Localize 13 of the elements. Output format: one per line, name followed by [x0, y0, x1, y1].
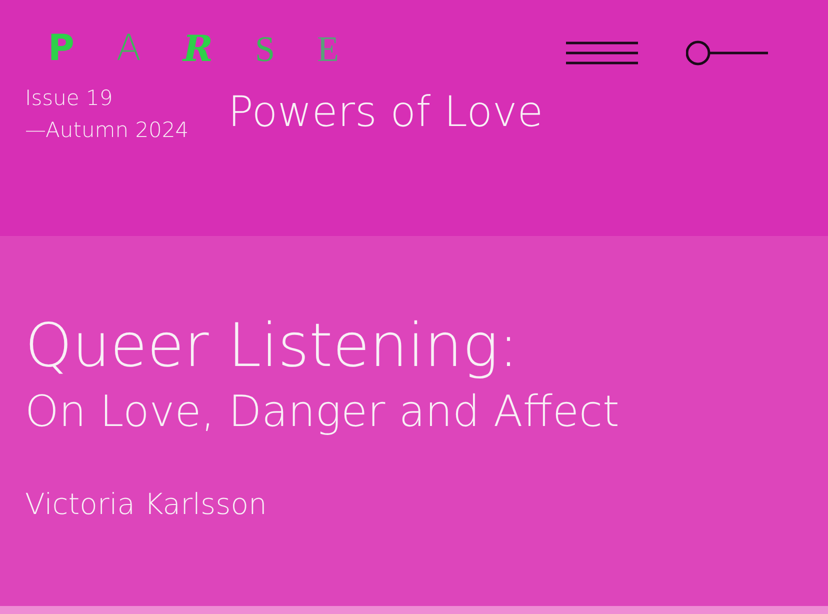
logo-letter: R: [183, 31, 213, 67]
search-icon[interactable]: [686, 40, 768, 66]
menu-icon[interactable]: [566, 41, 638, 65]
logo-letter: P: [48, 31, 74, 67]
article-author[interactable]: Victoria Karlsson: [25, 486, 828, 522]
logo-letter: A: [116, 31, 142, 67]
article-subtitle: On Love, Danger and Affect: [25, 386, 620, 439]
issue-season: —Autumn 2024: [25, 117, 190, 144]
issue-number: Issue 19: [25, 85, 114, 112]
logo-letter: S: [254, 31, 275, 67]
article-title: Queer Listening:: [25, 310, 520, 383]
issue-title[interactable]: Powers of Love: [228, 86, 544, 138]
logo-letter: E: [316, 31, 339, 67]
